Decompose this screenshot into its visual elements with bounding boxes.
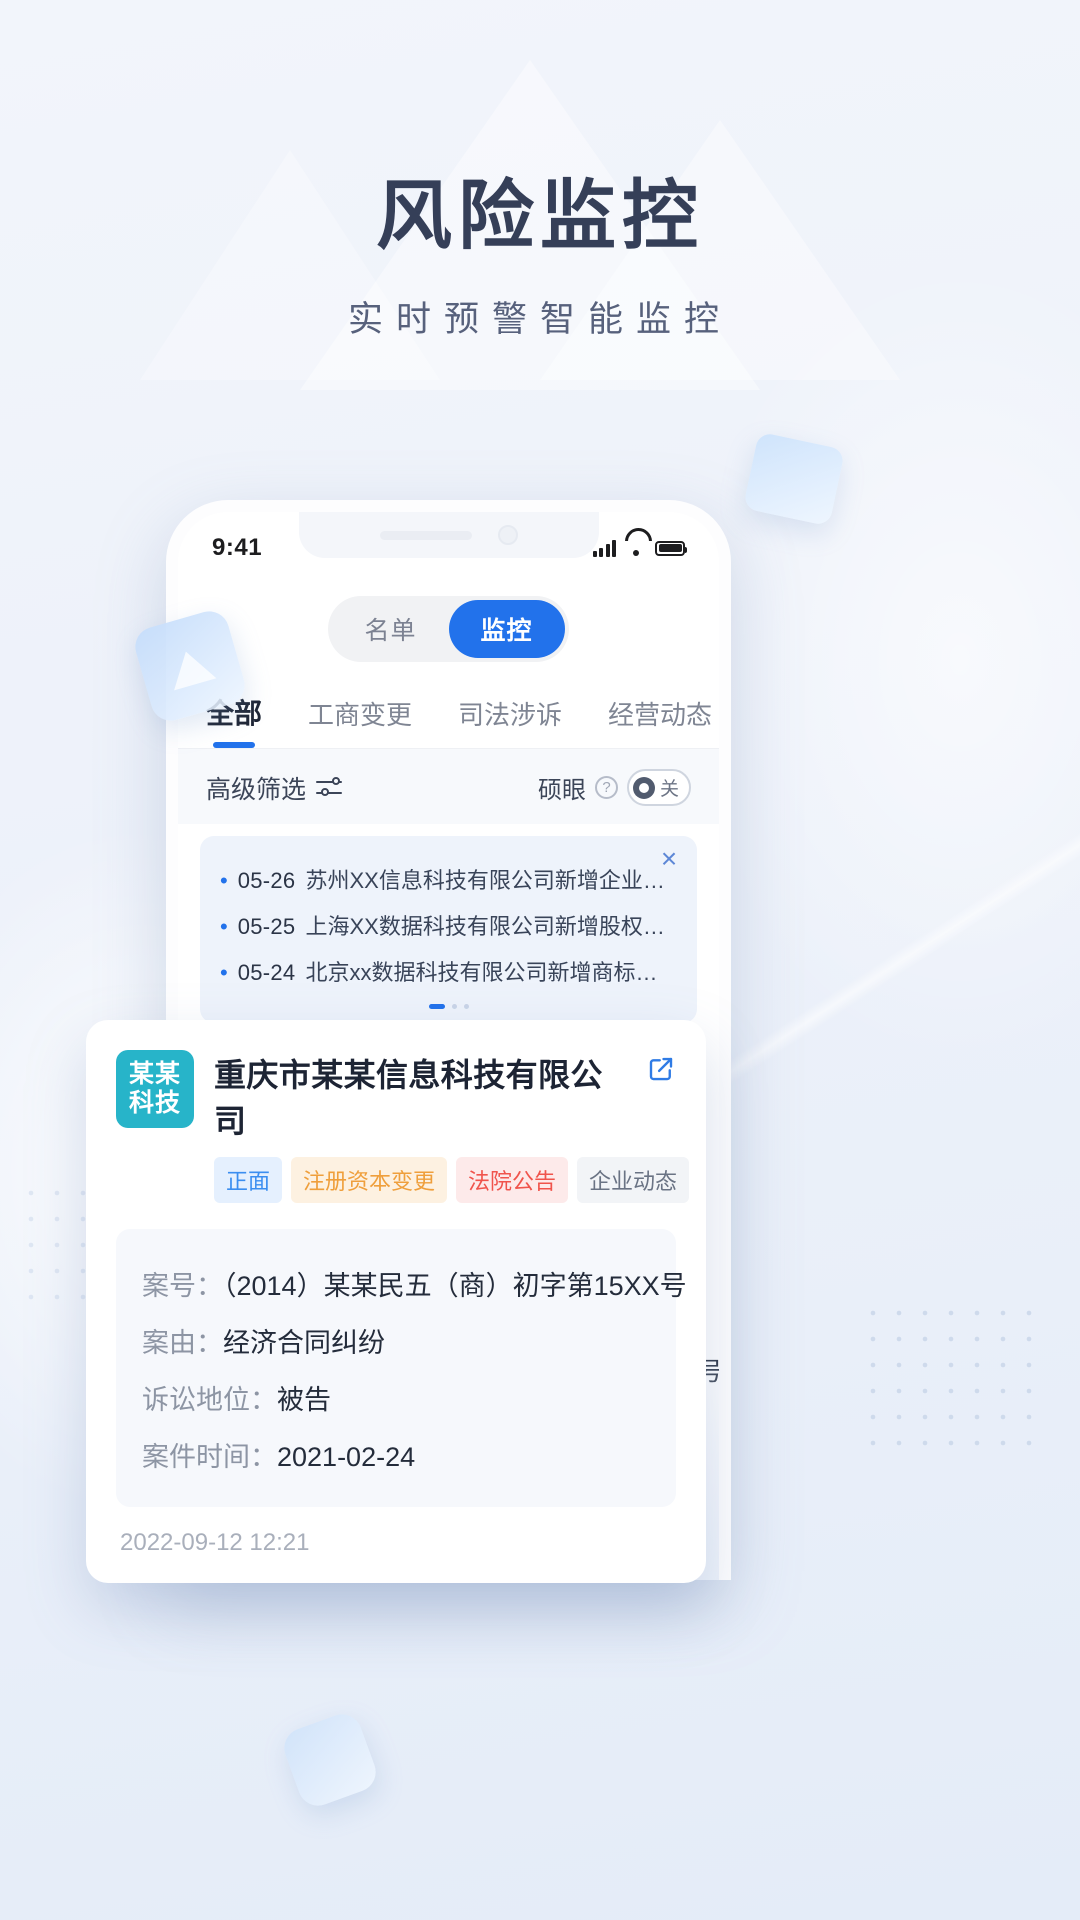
tag-enterprise-news[interactable]: 企业动态 [577, 1157, 690, 1203]
speaker-grill [379, 530, 472, 540]
news-ticker: × • 05-26 苏州XX信息科技有限公司新增企业名称变更信… • 05-25… [200, 836, 697, 1023]
decor-tile-right [742, 431, 846, 527]
status-bar: 9:41 [178, 512, 719, 578]
ticker-text: 上海XX数据科技有限公司新增股权冻结事件 [305, 914, 677, 939]
detail-row: 案件时间：2021-02-24 [142, 1426, 650, 1483]
pager-dot-active[interactable] [428, 1004, 445, 1009]
battery-icon [655, 540, 687, 556]
decor-tile-bottom [278, 1708, 382, 1812]
advanced-filter-button[interactable]: 高级筛选 [206, 770, 343, 806]
case-detail-panel: 案号：（2014）某某民五（商）初字第15XX号 案由：经济合同纠纷 诉讼地位：… [116, 1229, 687, 1507]
segmented-control[interactable]: 名单 监控 [328, 596, 569, 662]
soft-glow-right [680, 250, 1080, 1070]
detail-key: 案号： [142, 1271, 223, 1301]
detail-row: 案号：（2014）某某民五（商）初字第15XX号 [142, 1255, 687, 1312]
tab-litigation[interactable]: 司法涉诉 [458, 685, 562, 748]
ticker-date: 05-24 [237, 960, 296, 985]
bullet-icon: • [220, 868, 228, 893]
dot-pattern-right [860, 1300, 1040, 1450]
ticker-item[interactable]: • 05-26 苏州XX信息科技有限公司新增企业名称变更信… [220, 856, 677, 902]
phone-notch [298, 512, 599, 558]
pager-dot[interactable] [451, 1004, 457, 1009]
mountain-icon [164, 645, 217, 691]
company-name: 重庆市某某信息科技有限公司 [214, 1057, 603, 1139]
page-subtitle: 实时预警智能监控 [347, 299, 732, 339]
tag-capital-change[interactable]: 注册资本变更 [291, 1157, 448, 1203]
tab-business-change[interactable]: 工商变更 [308, 685, 412, 748]
filter-row: 高级筛选 硕眼 ? 关 [178, 749, 719, 824]
ticker-date: 05-25 [237, 914, 296, 939]
status-icons [592, 539, 687, 557]
front-camera [497, 525, 518, 545]
segment-option-list[interactable]: 名单 [332, 600, 448, 658]
detail-value: 2021-02-24 [277, 1442, 416, 1472]
bullet-icon: • [220, 914, 228, 939]
ticker-item[interactable]: • 05-24 北京xx数据科技有限公司新增商标权纠结诉讼公… [220, 948, 677, 994]
toggle-state-label: 关 [659, 779, 679, 800]
logo-line-1: 某某 [128, 1059, 181, 1088]
eye-monitor-toggle[interactable]: 关 [626, 769, 691, 806]
close-icon[interactable]: × [657, 845, 681, 873]
tab-operations[interactable]: 经营动态 [608, 685, 712, 748]
ticker-item[interactable]: • 05-25 上海XX数据科技有限公司新增股权冻结事件 [220, 902, 677, 948]
category-tabs[interactable]: 全部 工商变更 司法涉诉 经营动态 舆情 [178, 682, 719, 749]
pager-dot[interactable] [463, 1004, 469, 1009]
ticker-text: 北京xx数据科技有限公司新增商标权纠结诉讼公… [305, 960, 677, 985]
wifi-icon [625, 540, 646, 556]
ticker-text: 苏州XX信息科技有限公司新增企业名称变更信… [305, 868, 677, 893]
detail-value: 经济合同纠纷 [223, 1328, 385, 1358]
tag-positive[interactable]: 正面 [214, 1157, 283, 1203]
segment-option-monitor[interactable]: 监控 [448, 600, 565, 658]
status-clock: 9:41 [212, 534, 263, 561]
segmented-control-wrap: 名单 监控 [178, 578, 719, 682]
advanced-filter-label: 高级筛选 [206, 775, 307, 804]
card-header: 某某 科技 重庆市某某信息科技有限公司 正面 注册资本变更 法院公告 企业动态 [116, 1050, 690, 1203]
detail-key: 案件时间： [142, 1442, 277, 1472]
ticker-pagination [220, 1004, 677, 1009]
highlighted-company-card[interactable]: 某某 科技 重庆市某某信息科技有限公司 正面 注册资本变更 法院公告 企业动态 … [86, 1020, 706, 1583]
bullet-icon: • [220, 960, 228, 985]
page-title: 风险监控 [376, 174, 704, 259]
card-header-main: 重庆市某某信息科技有限公司 正面 注册资本变更 法院公告 企业动态 [214, 1050, 690, 1203]
eye-monitor-control[interactable]: 硕眼 ? 关 [538, 769, 691, 806]
detail-row: 案由：经济合同纠纷 [142, 1312, 650, 1369]
ticker-date: 05-26 [237, 868, 296, 893]
logo-line-2: 科技 [128, 1089, 181, 1117]
toggle-knob [632, 776, 655, 799]
detail-value: 被告 [277, 1385, 331, 1415]
tag-court-notice[interactable]: 法院公告 [456, 1157, 569, 1203]
detail-row: 诉讼地位：被告 [142, 1369, 650, 1426]
page-header: 风险监控 实时预警智能监控 [0, 175, 1080, 342]
share-icon[interactable] [646, 1054, 676, 1090]
tag-list: 正面 注册资本变更 法院公告 企业动态 [214, 1157, 690, 1203]
company-logo: 某某 科技 [116, 1050, 194, 1128]
eye-monitor-label: 硕眼 [537, 777, 586, 804]
detail-key: 诉讼地位： [142, 1385, 277, 1415]
sliders-icon [316, 776, 343, 799]
question-mark-icon[interactable]: ? [594, 776, 618, 799]
card-timestamp: 2022-09-12 12:21 [120, 1529, 310, 1556]
detail-key: 案由： [142, 1328, 223, 1358]
detail-value: （2014）某某民五（商）初字第15XX号 [223, 1271, 687, 1301]
